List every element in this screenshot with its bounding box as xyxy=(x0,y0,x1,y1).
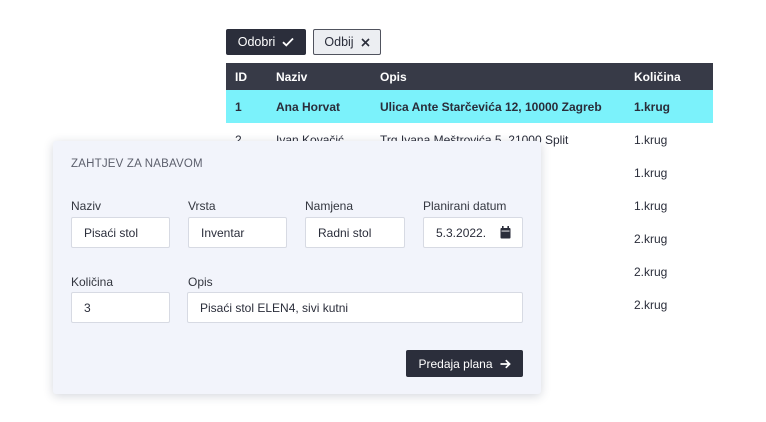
submit-plan-button[interactable]: Predaja plana xyxy=(406,350,523,377)
namjena-input[interactable]: Radni stol xyxy=(305,217,405,248)
check-icon xyxy=(282,37,294,47)
row-kolicina: 2.krug xyxy=(634,297,668,312)
reject-button[interactable]: Odbij xyxy=(313,29,381,55)
table-header: ID Naziv Opis Količina xyxy=(226,63,713,90)
row-opis: Ulica Ante Starčevića 12, 10000 Zagreb xyxy=(380,99,602,114)
approve-button-label: Odobri xyxy=(237,35,276,49)
naziv-input[interactable]: Pisaći stol xyxy=(71,217,170,248)
row-kolicina: 1.krug xyxy=(634,132,668,147)
row-naziv: Ana Horvat xyxy=(276,99,341,114)
row-kolicina: 1.krug xyxy=(634,165,668,180)
namjena-label: Namjena xyxy=(305,199,354,213)
kolicina-input[interactable]: 3 xyxy=(71,292,170,323)
datum-value: 5.3.2022. xyxy=(436,225,487,240)
datum-label: Planirani datum xyxy=(423,199,507,213)
arrow-right-icon xyxy=(500,359,511,368)
vrsta-label: Vrsta xyxy=(188,199,216,213)
opis-value: Pisaći stol ELEN4, sivi kutni xyxy=(200,300,349,315)
form-title: ZAHTJEV ZA NABAVOM xyxy=(71,158,203,170)
vrsta-input[interactable]: Inventar xyxy=(188,217,287,248)
date-picker[interactable]: 5.3.2022. xyxy=(423,217,523,248)
namjena-value: Radni stol xyxy=(318,225,372,240)
submit-button-label: Predaja plana xyxy=(418,356,493,371)
calendar-icon[interactable] xyxy=(500,226,511,239)
close-icon xyxy=(361,37,370,47)
naziv-value: Pisaći stol xyxy=(84,225,139,240)
vrsta-value: Inventar xyxy=(201,225,245,240)
reject-button-label: Odbij xyxy=(324,35,354,49)
naziv-label: Naziv xyxy=(71,199,102,213)
opis-input[interactable]: Pisaći stol ELEN4, sivi kutni xyxy=(187,292,523,323)
approve-button[interactable]: Odobri xyxy=(226,29,306,55)
row-kolicina: 1.krug xyxy=(634,99,671,114)
header-opis[interactable]: Opis xyxy=(380,63,630,90)
procurement-request-form: ZAHTJEV ZA NABAVOM Naziv Pisaći stol Vrs… xyxy=(53,141,541,394)
table-row-selected[interactable]: 1 Ana Horvat Ulica Ante Starčevića 12, 1… xyxy=(226,90,713,123)
row-kolicina: 2.krug xyxy=(634,231,668,246)
row-id: 1 xyxy=(235,99,242,114)
kolicina-value: 3 xyxy=(84,300,91,315)
row-kolicina: 1.krug xyxy=(634,198,668,213)
header-id[interactable]: ID xyxy=(235,63,265,90)
opis-label: Opis xyxy=(188,275,213,289)
header-naziv[interactable]: Naziv xyxy=(276,63,376,90)
kolicina-label: Količina xyxy=(71,275,114,289)
header-kolicina[interactable]: Količina xyxy=(634,63,710,90)
row-kolicina: 2.krug xyxy=(634,264,668,279)
